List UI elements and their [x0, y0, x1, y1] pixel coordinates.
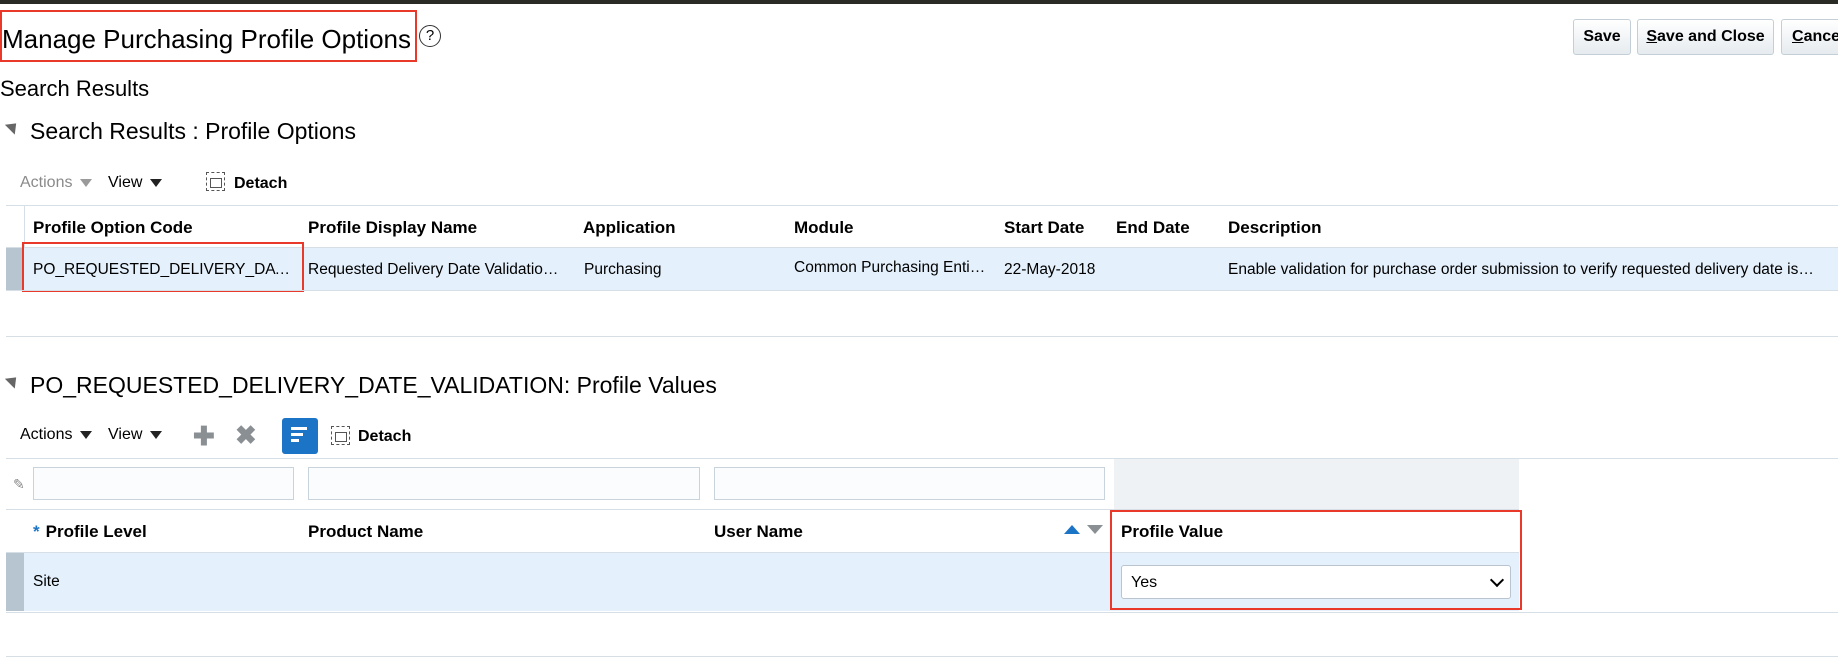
values-actions-menu-label: Actions: [20, 426, 73, 443]
page-title-highlight: Manage Purchasing Profile Options: [0, 10, 417, 62]
col-profile-level-label: Profile Level: [45, 522, 147, 541]
cell-description: Enable validation for purchase order sub…: [1228, 261, 1814, 278]
filter-row-empty: [1114, 459, 1519, 509]
save-and-close-label: ave and Close: [1657, 28, 1765, 45]
cancel-label: ance: [1803, 28, 1838, 45]
values-detach-icon[interactable]: [331, 426, 350, 445]
col-end-date[interactable]: End Date: [1116, 218, 1190, 238]
filter-user-name-input[interactable]: [714, 467, 1105, 500]
col-module[interactable]: Module: [794, 218, 854, 238]
values-detach-button[interactable]: Detach: [358, 428, 411, 446]
sort-descending-icon[interactable]: [1087, 525, 1103, 534]
col-description[interactable]: Description: [1228, 218, 1322, 238]
col-user-name[interactable]: User Name: [714, 522, 803, 542]
sort-ascending-icon[interactable]: [1064, 525, 1080, 534]
row-selected-indicator: [6, 553, 24, 611]
help-icon[interactable]: ?: [419, 25, 441, 47]
actions-menu-label: Actions: [20, 174, 73, 191]
values-row-divider: [6, 612, 1838, 613]
filter-icon: [291, 427, 307, 430]
collapse-search-results-icon[interactable]: [4, 118, 22, 135]
search-results-title: Search Results : Profile Options: [30, 118, 356, 144]
section-divider: [6, 336, 1838, 337]
profile-values-title: PO_REQUESTED_DELIVERY_DATE_VALIDATION: P…: [30, 372, 717, 398]
filter-icon-line: [291, 439, 299, 442]
values-table-top-border: [6, 458, 1838, 459]
detach-button[interactable]: Detach: [234, 175, 287, 193]
page-subtitle: Search Results: [0, 76, 150, 101]
filter-product-name-input[interactable]: [308, 467, 700, 500]
chevron-down-icon: [150, 178, 163, 187]
save-and-close-button[interactable]: Save and Close: [1637, 19, 1774, 55]
highlight-profile-code: [22, 242, 304, 292]
cell-module: Common Purchasing Enti…: [794, 259, 986, 276]
filter-icon-line: [291, 433, 303, 436]
filter-profile-level-input[interactable]: [33, 467, 294, 500]
top-bar: [0, 0, 1838, 4]
cancel-mnemonic: C: [1792, 28, 1804, 45]
col-profile-display-name[interactable]: Profile Display Name: [308, 218, 477, 238]
query-by-example-button[interactable]: [282, 418, 318, 454]
save-button[interactable]: Save: [1573, 19, 1631, 55]
required-marker: *: [33, 522, 40, 541]
save-and-close-mnemonic: S: [1646, 28, 1658, 45]
values-actions-menu[interactable]: Actions: [20, 426, 93, 444]
cell-start-date: 22-May-2018: [1004, 261, 1096, 278]
detach-icon[interactable]: [206, 172, 225, 191]
delete-icon[interactable]: ✖: [235, 422, 257, 448]
add-icon[interactable]: ✚: [193, 423, 215, 449]
chevron-down-icon: [80, 430, 93, 439]
cell-application: Purchasing: [584, 261, 662, 278]
row-divider: [6, 290, 1838, 291]
chevron-down-icon: [150, 430, 163, 439]
values-view-menu[interactable]: View: [108, 426, 163, 444]
col-start-date[interactable]: Start Date: [1004, 218, 1084, 238]
bottom-divider: [6, 656, 1838, 657]
col-profile-level[interactable]: * Profile Level: [33, 522, 147, 542]
cell-profile-level: Site: [33, 573, 60, 590]
cell-profile-display-name: Requested Delivery Date Validatio…: [308, 261, 559, 278]
view-menu-label: View: [108, 174, 143, 191]
chevron-down-icon: [80, 178, 93, 187]
page-title: Manage Purchasing Profile Options: [2, 24, 412, 54]
col-application[interactable]: Application: [583, 218, 676, 238]
table-top-border: [6, 205, 1838, 206]
col-profile-option-code[interactable]: Profile Option Code: [33, 218, 193, 238]
values-view-menu-label: View: [108, 426, 143, 443]
cancel-button[interactable]: Cance: [1781, 19, 1838, 55]
view-menu[interactable]: View: [108, 174, 163, 192]
collapse-profile-values-icon[interactable]: [4, 372, 22, 389]
highlight-profile-value: [1110, 510, 1522, 610]
col-product-name[interactable]: Product Name: [308, 522, 423, 542]
actions-menu[interactable]: Actions: [20, 174, 93, 192]
